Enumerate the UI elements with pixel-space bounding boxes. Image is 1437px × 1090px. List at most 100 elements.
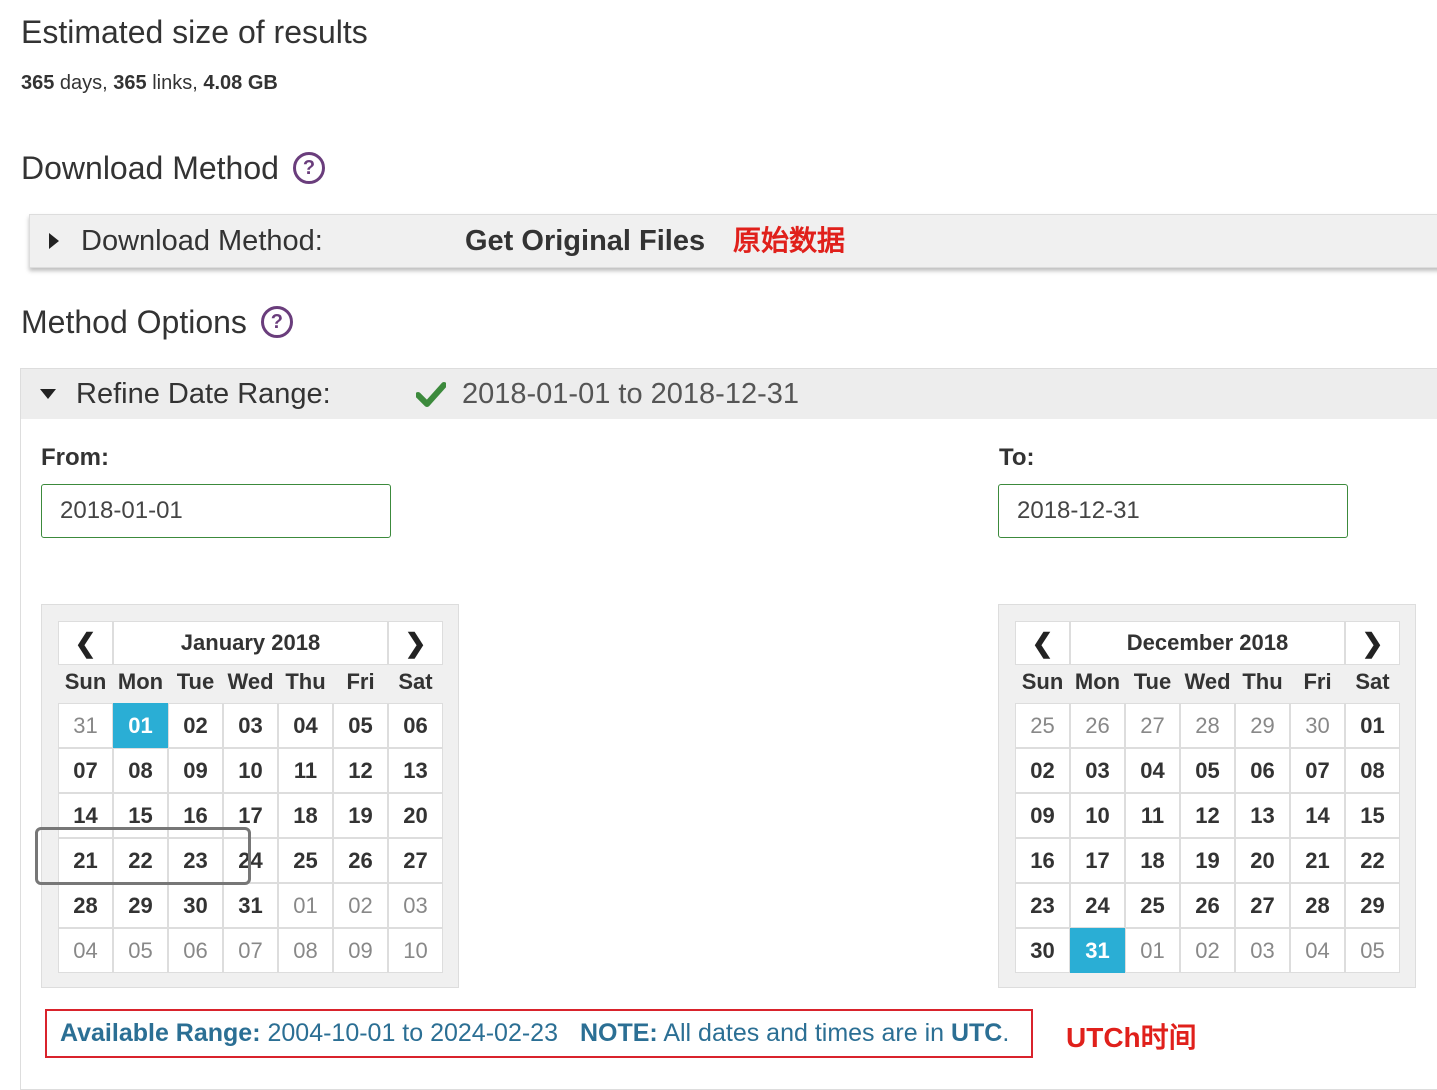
weekday-header: Thu (285, 669, 326, 694)
calendar-day[interactable]: 07 (223, 928, 278, 973)
available-range-note: Available Range: 2004-10-01 to 2024-02-2… (45, 1009, 1033, 1058)
calendar-day[interactable]: 23 (168, 838, 223, 883)
calendar-day[interactable]: 15 (1345, 793, 1400, 838)
calendar-day[interactable]: 26 (333, 838, 388, 883)
calendar-day[interactable]: 14 (1290, 793, 1345, 838)
calendar-day[interactable]: 02 (168, 703, 223, 748)
calendar-day[interactable]: 30 (1015, 928, 1070, 973)
calendar-day[interactable]: 01 (1125, 928, 1180, 973)
calendar-day[interactable]: 03 (1070, 748, 1125, 793)
calendar-day[interactable]: 25 (1015, 703, 1070, 748)
calendar-day[interactable]: 28 (1180, 703, 1235, 748)
calendar-day[interactable]: 07 (58, 748, 113, 793)
calendar-day[interactable]: 12 (333, 748, 388, 793)
calendar-day[interactable]: 08 (278, 928, 333, 973)
calendar-day[interactable]: 03 (223, 703, 278, 748)
calendar-day[interactable]: 15 (113, 793, 168, 838)
calendar-day[interactable]: 24 (223, 838, 278, 883)
next-month-glyph: ❯ (1361, 627, 1384, 658)
calendar-day[interactable]: 02 (1180, 928, 1235, 973)
calendar-day[interactable]: 30 (168, 883, 223, 928)
calendar-day[interactable]: 05 (113, 928, 168, 973)
chevron-left-icon[interactable]: ❮ (1015, 621, 1070, 665)
calendar-day[interactable]: 31 (223, 883, 278, 928)
calendar-day[interactable]: 02 (333, 883, 388, 928)
calendar-day[interactable]: 05 (333, 703, 388, 748)
calendar-day[interactable]: 20 (1235, 838, 1290, 883)
calendar-day[interactable]: 28 (1290, 883, 1345, 928)
calendar-day[interactable]: 08 (1345, 748, 1400, 793)
calendar-day[interactable]: 28 (58, 883, 113, 928)
from-date-input[interactable] (41, 484, 391, 538)
refine-date-range-header[interactable]: Refine Date Range: 2018-01-01 to 2018-12… (21, 369, 1437, 419)
calendar-day[interactable]: 31 (58, 703, 113, 748)
calendar-day[interactable]: 21 (58, 838, 113, 883)
calendar-day[interactable]: 27 (1235, 883, 1290, 928)
calendar-day[interactable]: 26 (1180, 883, 1235, 928)
calendar-day[interactable]: 20 (388, 793, 443, 838)
calendar-day[interactable]: 07 (1290, 748, 1345, 793)
calendar-day[interactable]: 02 (1015, 748, 1070, 793)
calendar-day[interactable]: 13 (388, 748, 443, 793)
calendar-day[interactable]: 14 (58, 793, 113, 838)
to-date-input[interactable] (998, 484, 1348, 538)
calendar-day[interactable]: 16 (168, 793, 223, 838)
calendar-day[interactable]: 27 (388, 838, 443, 883)
calendar-day[interactable]: 10 (388, 928, 443, 973)
days-count: 365 (21, 72, 55, 94)
calendar-day[interactable]: 17 (1070, 838, 1125, 883)
calendar-day[interactable]: 22 (1345, 838, 1400, 883)
chevron-left-icon[interactable]: ❮ (58, 621, 113, 665)
calendar-day[interactable]: 24 (1070, 883, 1125, 928)
calendar-day[interactable]: 06 (168, 928, 223, 973)
calendar-day[interactable]: 11 (278, 748, 333, 793)
calendar-day[interactable]: 09 (168, 748, 223, 793)
calendar-day[interactable]: 01 (278, 883, 333, 928)
question-circle-icon[interactable]: ? (292, 152, 325, 184)
calendar-day[interactable]: 18 (278, 793, 333, 838)
chevron-right-icon[interactable]: ❯ (388, 621, 443, 665)
calendar-month-title[interactable]: January 2018 (113, 621, 388, 665)
calendar-day[interactable]: 29 (113, 883, 168, 928)
calendar-day[interactable]: 04 (1125, 748, 1180, 793)
calendar-day[interactable]: 08 (113, 748, 168, 793)
calendar-day[interactable]: 05 (1345, 928, 1400, 973)
calendar-month-title[interactable]: December 2018 (1070, 621, 1345, 665)
chevron-right-icon[interactable]: ❯ (1345, 621, 1400, 665)
calendar-day[interactable]: 30 (1290, 703, 1345, 748)
calendar-day[interactable]: 19 (333, 793, 388, 838)
calendar-day[interactable]: 06 (1235, 748, 1290, 793)
calendar-day[interactable]: 23 (1015, 883, 1070, 928)
calendar-day-selected[interactable]: 01 (113, 703, 168, 748)
calendar-day[interactable]: 05 (1180, 748, 1235, 793)
calendar-day[interactable]: 19 (1180, 838, 1235, 883)
calendar-day[interactable]: 29 (1235, 703, 1290, 748)
calendar-day[interactable]: 09 (333, 928, 388, 973)
calendar-day[interactable]: 09 (1015, 793, 1070, 838)
calendar-day[interactable]: 13 (1235, 793, 1290, 838)
calendar-day[interactable]: 17 (223, 793, 278, 838)
calendar-day[interactable]: 25 (1125, 883, 1180, 928)
weekday-header: Tue (1133, 669, 1172, 694)
calendar-day[interactable]: 25 (278, 838, 333, 883)
calendar-day[interactable]: 11 (1125, 793, 1180, 838)
calendar-day[interactable]: 27 (1125, 703, 1180, 748)
calendar-day[interactable]: 10 (1070, 793, 1125, 838)
calendar-day[interactable]: 04 (1290, 928, 1345, 973)
calendar-day[interactable]: 04 (58, 928, 113, 973)
calendar-day[interactable]: 10 (223, 748, 278, 793)
calendar-day[interactable]: 22 (113, 838, 168, 883)
question-circle-icon[interactable]: ? (260, 306, 293, 338)
calendar-day[interactable]: 21 (1290, 838, 1345, 883)
calendar-day[interactable]: 03 (1235, 928, 1290, 973)
calendar-day[interactable]: 18 (1125, 838, 1180, 883)
calendar-day[interactable]: 01 (1345, 703, 1400, 748)
calendar-day[interactable]: 03 (388, 883, 443, 928)
calendar-day[interactable]: 29 (1345, 883, 1400, 928)
calendar-day[interactable]: 26 (1070, 703, 1125, 748)
calendar-day[interactable]: 04 (278, 703, 333, 748)
calendar-day[interactable]: 12 (1180, 793, 1235, 838)
calendar-day-selected[interactable]: 31 (1070, 928, 1125, 973)
calendar-day[interactable]: 06 (388, 703, 443, 748)
calendar-day[interactable]: 16 (1015, 838, 1070, 883)
